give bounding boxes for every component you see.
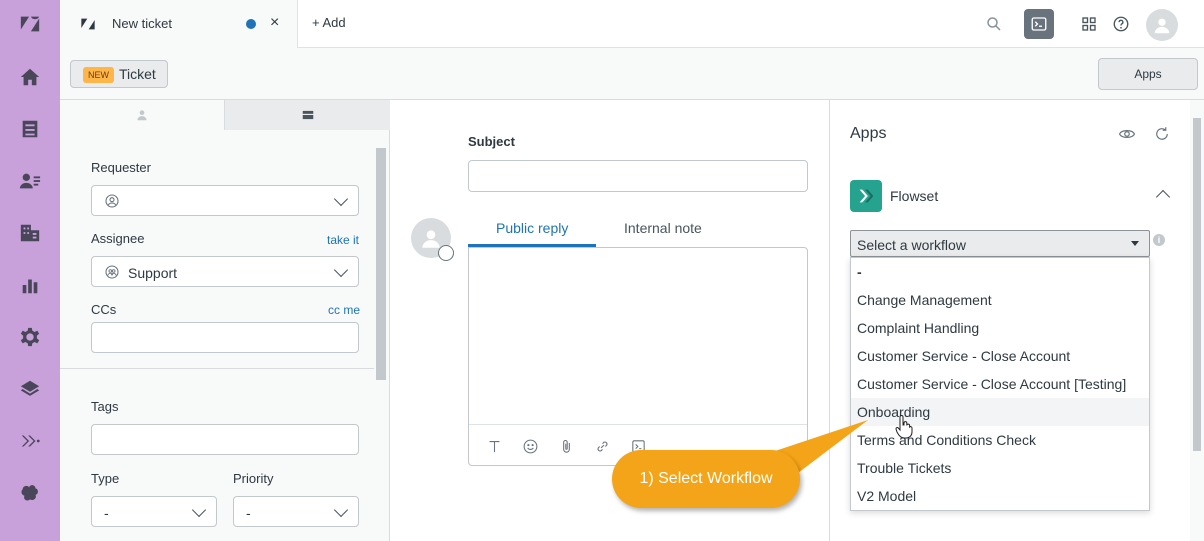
top-tab-bar: New ticket × + Add [60, 0, 1204, 48]
tab-title: New ticket [112, 16, 172, 31]
workflow-select-label: Select a workflow [857, 237, 966, 253]
home-icon[interactable] [18, 65, 42, 89]
callout-text: 1) Select Workflow [639, 470, 773, 487]
assignee-label: Assignee [91, 231, 145, 246]
priority-label: Priority [233, 471, 274, 486]
user-tab[interactable] [60, 100, 224, 130]
flowset-app-name: Flowset [890, 188, 939, 204]
apps-scrollbar[interactable] [1190, 100, 1204, 541]
text-format-icon[interactable] [485, 437, 503, 455]
workflow-option[interactable]: Complaint Handling [851, 314, 1149, 342]
requester-badge-icon [438, 245, 454, 261]
unsaved-dot-icon [246, 19, 256, 29]
section-divider [60, 368, 374, 369]
workflow-option[interactable]: Customer Service - Close Account [Testin… [851, 370, 1149, 398]
eye-icon[interactable] [1117, 124, 1137, 144]
close-tab-button[interactable]: × [270, 14, 279, 32]
requester-field[interactable] [91, 185, 359, 216]
ticket-details-tab[interactable] [224, 100, 390, 130]
chevron-down-icon [333, 502, 349, 517]
apps-panel: Apps Flowset Select a workflow i - Chang… [829, 100, 1204, 541]
workflow-option[interactable]: Customer Service - Close Account [851, 342, 1149, 370]
help-icon[interactable] [1109, 12, 1133, 36]
cc-me-link[interactable]: cc me [328, 303, 360, 317]
person-icon [137, 110, 147, 121]
properties-tabs [60, 100, 390, 130]
type-label: Type [91, 471, 120, 486]
layers-icon[interactable] [18, 377, 42, 401]
admin-gear-icon[interactable] [18, 325, 42, 349]
workflow-option[interactable]: V2 Model [851, 482, 1149, 510]
ccs-label: CCs [91, 302, 117, 317]
requester-label: Requester [91, 160, 151, 175]
customers-icon[interactable] [18, 169, 42, 193]
ticket-status-chip[interactable]: NEW Ticket [70, 60, 168, 88]
new-status-badge: NEW [83, 67, 114, 83]
workflow-select[interactable]: Select a workflow [850, 230, 1150, 257]
workflow-dropdown-menu: - Change Management Complaint Handling C… [850, 257, 1150, 511]
user-circle-icon [105, 194, 119, 208]
add-tab-button[interactable]: + Add [312, 15, 346, 30]
hand-cursor-icon [895, 415, 913, 439]
zendesk-tab-icon [81, 18, 95, 30]
ticket-icon [302, 110, 313, 120]
views-icon[interactable] [18, 117, 42, 141]
assignee-field[interactable]: Support [91, 256, 359, 287]
reporting-icon[interactable] [18, 273, 42, 297]
products-grid-icon[interactable] [1077, 12, 1101, 36]
refresh-icon[interactable] [1152, 124, 1172, 144]
chevron-down-icon [333, 191, 349, 206]
tags-label: Tags [91, 399, 119, 414]
tab-internal-note[interactable]: Internal note [624, 220, 702, 236]
type-value: - [104, 505, 109, 521]
nav-rail [0, 0, 60, 541]
priority-select[interactable]: - [233, 496, 359, 527]
user-avatar[interactable] [1146, 9, 1178, 41]
subject-label: Subject [468, 134, 515, 149]
info-icon[interactable]: i [1153, 234, 1165, 246]
ticket-properties-panel: Requester Assignee take it Support CCs c… [60, 100, 390, 541]
ccs-input[interactable] [91, 322, 359, 353]
attachment-icon[interactable] [557, 437, 575, 455]
take-it-link[interactable]: take it [327, 233, 359, 247]
reply-editor[interactable] [468, 247, 808, 466]
dropdown-arrow-icon [1131, 241, 1139, 246]
priority-value: - [246, 505, 251, 521]
search-icon[interactable] [982, 12, 1006, 36]
workflow-option[interactable]: Trouble Tickets [851, 454, 1149, 482]
scrollbar-thumb[interactable] [1193, 118, 1201, 451]
workflow-option[interactable]: Change Management [851, 286, 1149, 314]
zendesk-logo-icon[interactable] [18, 12, 42, 36]
scrollbar-thumb[interactable] [376, 148, 386, 380]
puzzle-app-icon[interactable] [18, 481, 42, 505]
organizations-icon[interactable] [18, 221, 42, 245]
workflow-option[interactable]: - [851, 258, 1149, 286]
link-icon[interactable] [593, 437, 611, 455]
ticket-tab[interactable]: New ticket × [60, 0, 298, 48]
flowset-logo-icon [850, 180, 882, 212]
type-select[interactable]: - [91, 496, 217, 527]
subject-input[interactable] [468, 160, 808, 192]
chevron-down-icon [191, 502, 207, 517]
conversations-terminal-button[interactable] [1024, 9, 1054, 39]
instruction-callout: 1) Select Workflow [612, 450, 800, 508]
ticket-label: Ticket [119, 66, 156, 82]
chevron-down-icon [333, 262, 349, 277]
apps-title: Apps [850, 125, 887, 142]
assignee-value: Support [128, 265, 178, 281]
flowset-app-icon[interactable] [18, 429, 42, 453]
group-icon [105, 265, 119, 279]
emoji-icon[interactable] [521, 437, 539, 455]
user-silhouette-icon [1154, 18, 1170, 34]
terminal-icon [1031, 17, 1047, 31]
ticket-header-bar: NEW Ticket Apps [60, 48, 1204, 100]
tags-input[interactable] [91, 424, 359, 455]
tab-public-reply[interactable]: Public reply [496, 220, 568, 236]
apps-toggle-button[interactable]: Apps [1098, 58, 1198, 90]
properties-scrollbar[interactable] [374, 134, 388, 541]
chevron-up-icon[interactable] [1155, 189, 1171, 205]
